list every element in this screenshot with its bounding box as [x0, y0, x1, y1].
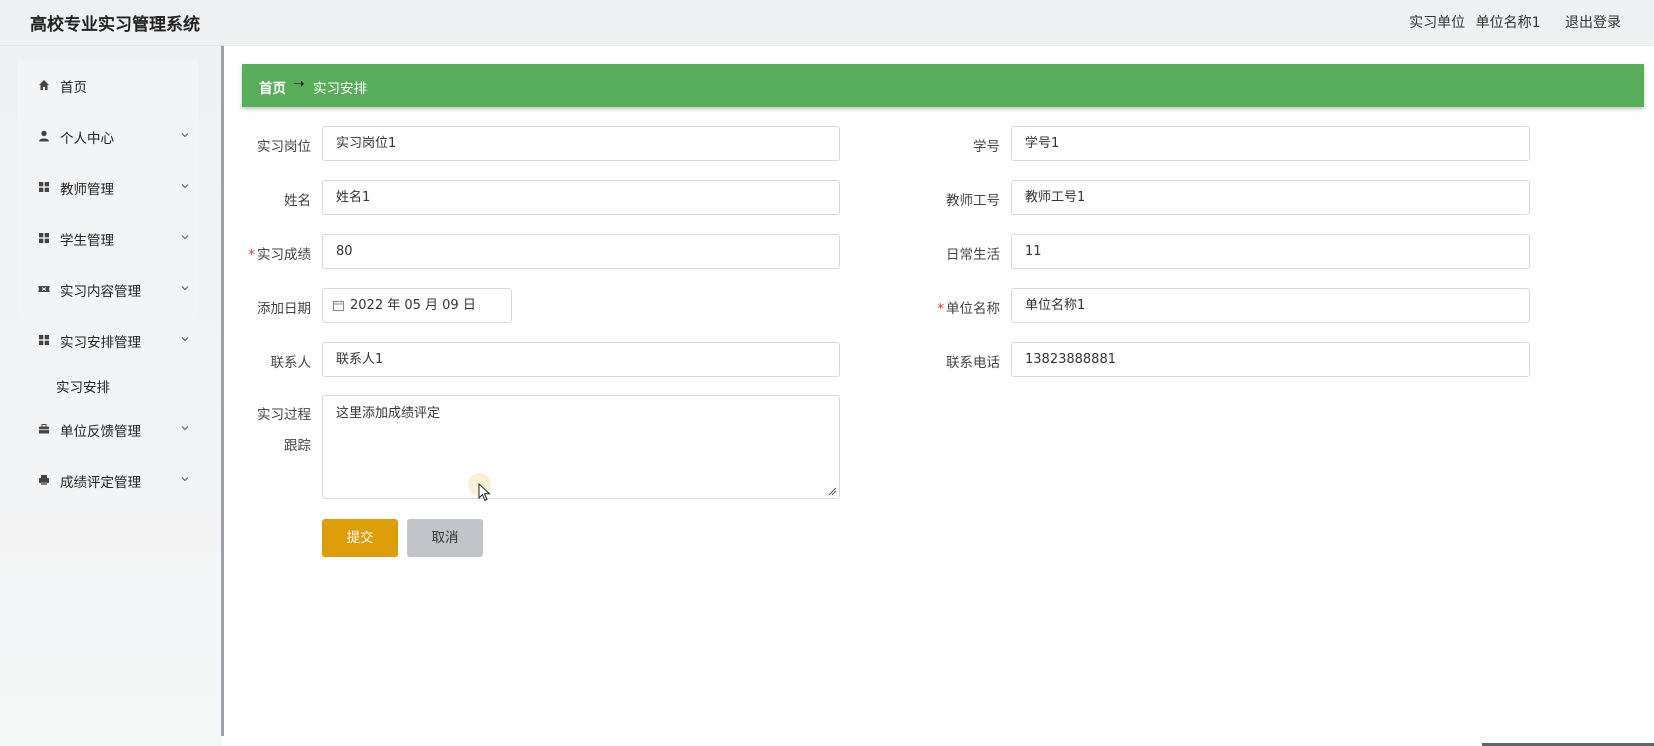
sidebar-item-internship-content[interactable]: 实习内容管理 [17, 274, 199, 304]
chevron-down-icon [181, 477, 189, 482]
sidebar-item-label: 单位反馈管理 [60, 424, 141, 440]
sidebar-item-label: 首页 [60, 80, 87, 96]
sidebar-item-label: 实习内容管理 [60, 284, 141, 300]
grid-icon [39, 182, 49, 192]
grid-icon [39, 233, 49, 243]
sidebar-item-label: 实习安排管理 [60, 335, 141, 351]
chevron-down-icon [181, 286, 189, 291]
tracking-text: 这里添加成绩评定 [336, 406, 441, 421]
name-label: 姓名 [284, 193, 311, 209]
sidebar-item-label: 教师管理 [60, 182, 114, 198]
grid-icon [39, 335, 49, 345]
print-icon [39, 475, 49, 485]
app-title: 高校专业实习管理系统 [30, 15, 200, 35]
logout-link[interactable]: 退出登录 [1565, 15, 1621, 31]
breadcrumb: 首页 ➝ 实习安排 [242, 64, 1644, 107]
home-icon [39, 80, 49, 90]
calendar-icon [333, 300, 344, 311]
teacher-no-label: 教师工号 [946, 193, 1000, 209]
chevron-down-icon [181, 235, 189, 240]
phone-label: 联系电话 [946, 355, 1000, 371]
sidebar-item-internship-arrangement[interactable]: 实习安排管理 [17, 325, 199, 355]
company-name-input[interactable]: 单位名称1 [1011, 288, 1530, 323]
top-bar: 高校专业实习管理系统 实习单位 单位名称1 退出登录 [0, 0, 1654, 46]
sidebar-subitem-arrangement[interactable]: 实习安排 [56, 376, 110, 396]
tracking-label-line1: 实习过程 [257, 407, 311, 423]
phone-input[interactable]: 13823888881 [1011, 342, 1530, 377]
breadcrumb-current: 实习安排 [313, 81, 367, 97]
position-label: 实习岗位 [257, 139, 311, 155]
header-user-info: 实习单位 单位名称1 退出登录 [1403, 12, 1621, 32]
sidebar-item-profile[interactable]: 个人中心 [17, 121, 199, 151]
tracking-textarea[interactable]: 这里添加成绩评定 [322, 395, 840, 499]
sidebar-item-students[interactable]: 学生管理 [17, 223, 199, 253]
position-input[interactable]: 实习岗位1 [322, 126, 840, 161]
daily-life-label: 日常生活 [946, 247, 1000, 263]
ticket-icon [38, 286, 50, 292]
add-date-value: 2022 年 05 月 09 日 [350, 298, 476, 313]
teacher-no-input[interactable]: 教师工号1 [1011, 180, 1530, 215]
resize-handle-icon[interactable] [828, 487, 837, 496]
score-label: * 实习成绩 [248, 247, 311, 263]
chevron-down-icon [181, 184, 189, 189]
user-role: 实习单位 [1409, 15, 1466, 31]
chevron-down-icon [181, 133, 189, 138]
chevron-down-icon [181, 426, 189, 431]
contact-input[interactable]: 联系人1 [322, 342, 840, 377]
breadcrumb-home[interactable]: 首页 [259, 77, 286, 97]
sidebar-item-label: 成绩评定管理 [60, 475, 141, 491]
required-marker: * [248, 247, 255, 263]
tracking-label-line2: 跟踪 [284, 438, 311, 454]
add-date-label: 添加日期 [257, 301, 311, 317]
chevron-down-icon [181, 337, 189, 342]
add-date-picker[interactable]: 2022 年 05 月 09 日 [322, 288, 512, 323]
cancel-button[interactable]: 取消 [407, 519, 483, 557]
daily-life-input[interactable]: 11 [1011, 234, 1530, 269]
submit-button[interactable]: 提交 [322, 519, 398, 557]
contact-label: 联系人 [270, 355, 312, 371]
user-icon [39, 130, 49, 142]
required-marker: * [937, 301, 944, 317]
name-input[interactable]: 姓名1 [322, 180, 840, 215]
sidebar-item-label: 学生管理 [60, 233, 114, 249]
student-no-label: 学号 [973, 139, 1000, 155]
arrow-right-icon: ➝ [293, 76, 305, 92]
score-input[interactable]: 80 [322, 234, 840, 269]
sidebar-item-label: 个人中心 [60, 131, 114, 147]
user-name: 单位名称1 [1475, 15, 1541, 31]
company-name-label: * 单位名称 [937, 301, 1000, 317]
sidebar: 首页 个人中心 教师管理 学生管理 实习内容管理 实习安排管理 实习安排 单位反… [17, 60, 199, 510]
sidebar-item-grading[interactable]: 成绩评定管理 [17, 465, 199, 495]
mouse-cursor-icon [478, 483, 491, 502]
briefcase-icon [39, 424, 49, 434]
sidebar-item-company-feedback[interactable]: 单位反馈管理 [17, 414, 199, 444]
sidebar-item-home[interactable]: 首页 [17, 70, 199, 100]
student-no-input[interactable]: 学号1 [1011, 126, 1530, 161]
sidebar-item-teachers[interactable]: 教师管理 [17, 172, 199, 202]
